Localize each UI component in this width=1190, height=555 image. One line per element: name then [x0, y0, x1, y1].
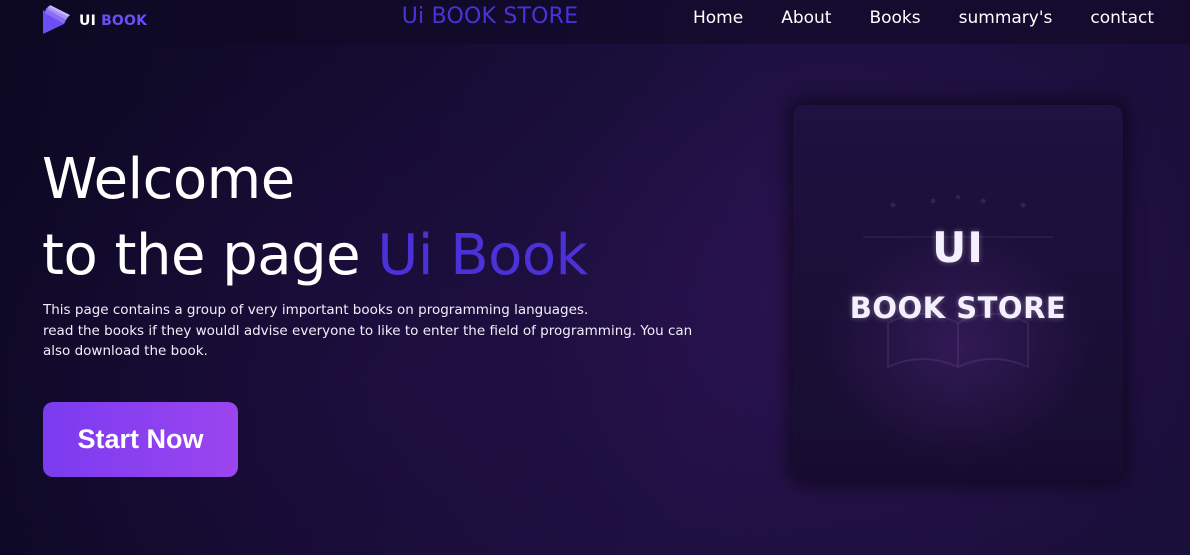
hero-title-line2-prefix: to the page	[42, 223, 378, 288]
hero-title-line1: Welcome	[42, 147, 295, 212]
hero-description-line2: read the books if they wouldl advise eve…	[43, 322, 693, 360]
nav-contact[interactable]: contact	[1090, 8, 1154, 28]
hero-title: Welcome to the page Ui Book	[42, 142, 588, 294]
hero-title-accent: Ui Book	[377, 223, 588, 288]
site-header: UI BOOK Ui BOOK STORE Home About Books s…	[0, 0, 1190, 44]
hero-description-line1: This page contains a group of very impor…	[43, 302, 589, 318]
nav-about[interactable]: About	[781, 8, 831, 28]
nav-home[interactable]: Home	[693, 8, 743, 28]
nav-summarys[interactable]: summary's	[959, 8, 1053, 28]
start-now-button[interactable]: Start Now	[43, 402, 238, 477]
hero-description: This page contains a group of very impor…	[43, 300, 723, 362]
nav-books[interactable]: Books	[869, 8, 920, 28]
book-store-card: UI BOOK STORE	[793, 105, 1123, 480]
main-nav: Home About Books summary's contact	[655, 8, 1154, 28]
card-title-book-store: BOOK STORE	[849, 291, 1067, 325]
card-title-ui: UI	[932, 223, 984, 272]
